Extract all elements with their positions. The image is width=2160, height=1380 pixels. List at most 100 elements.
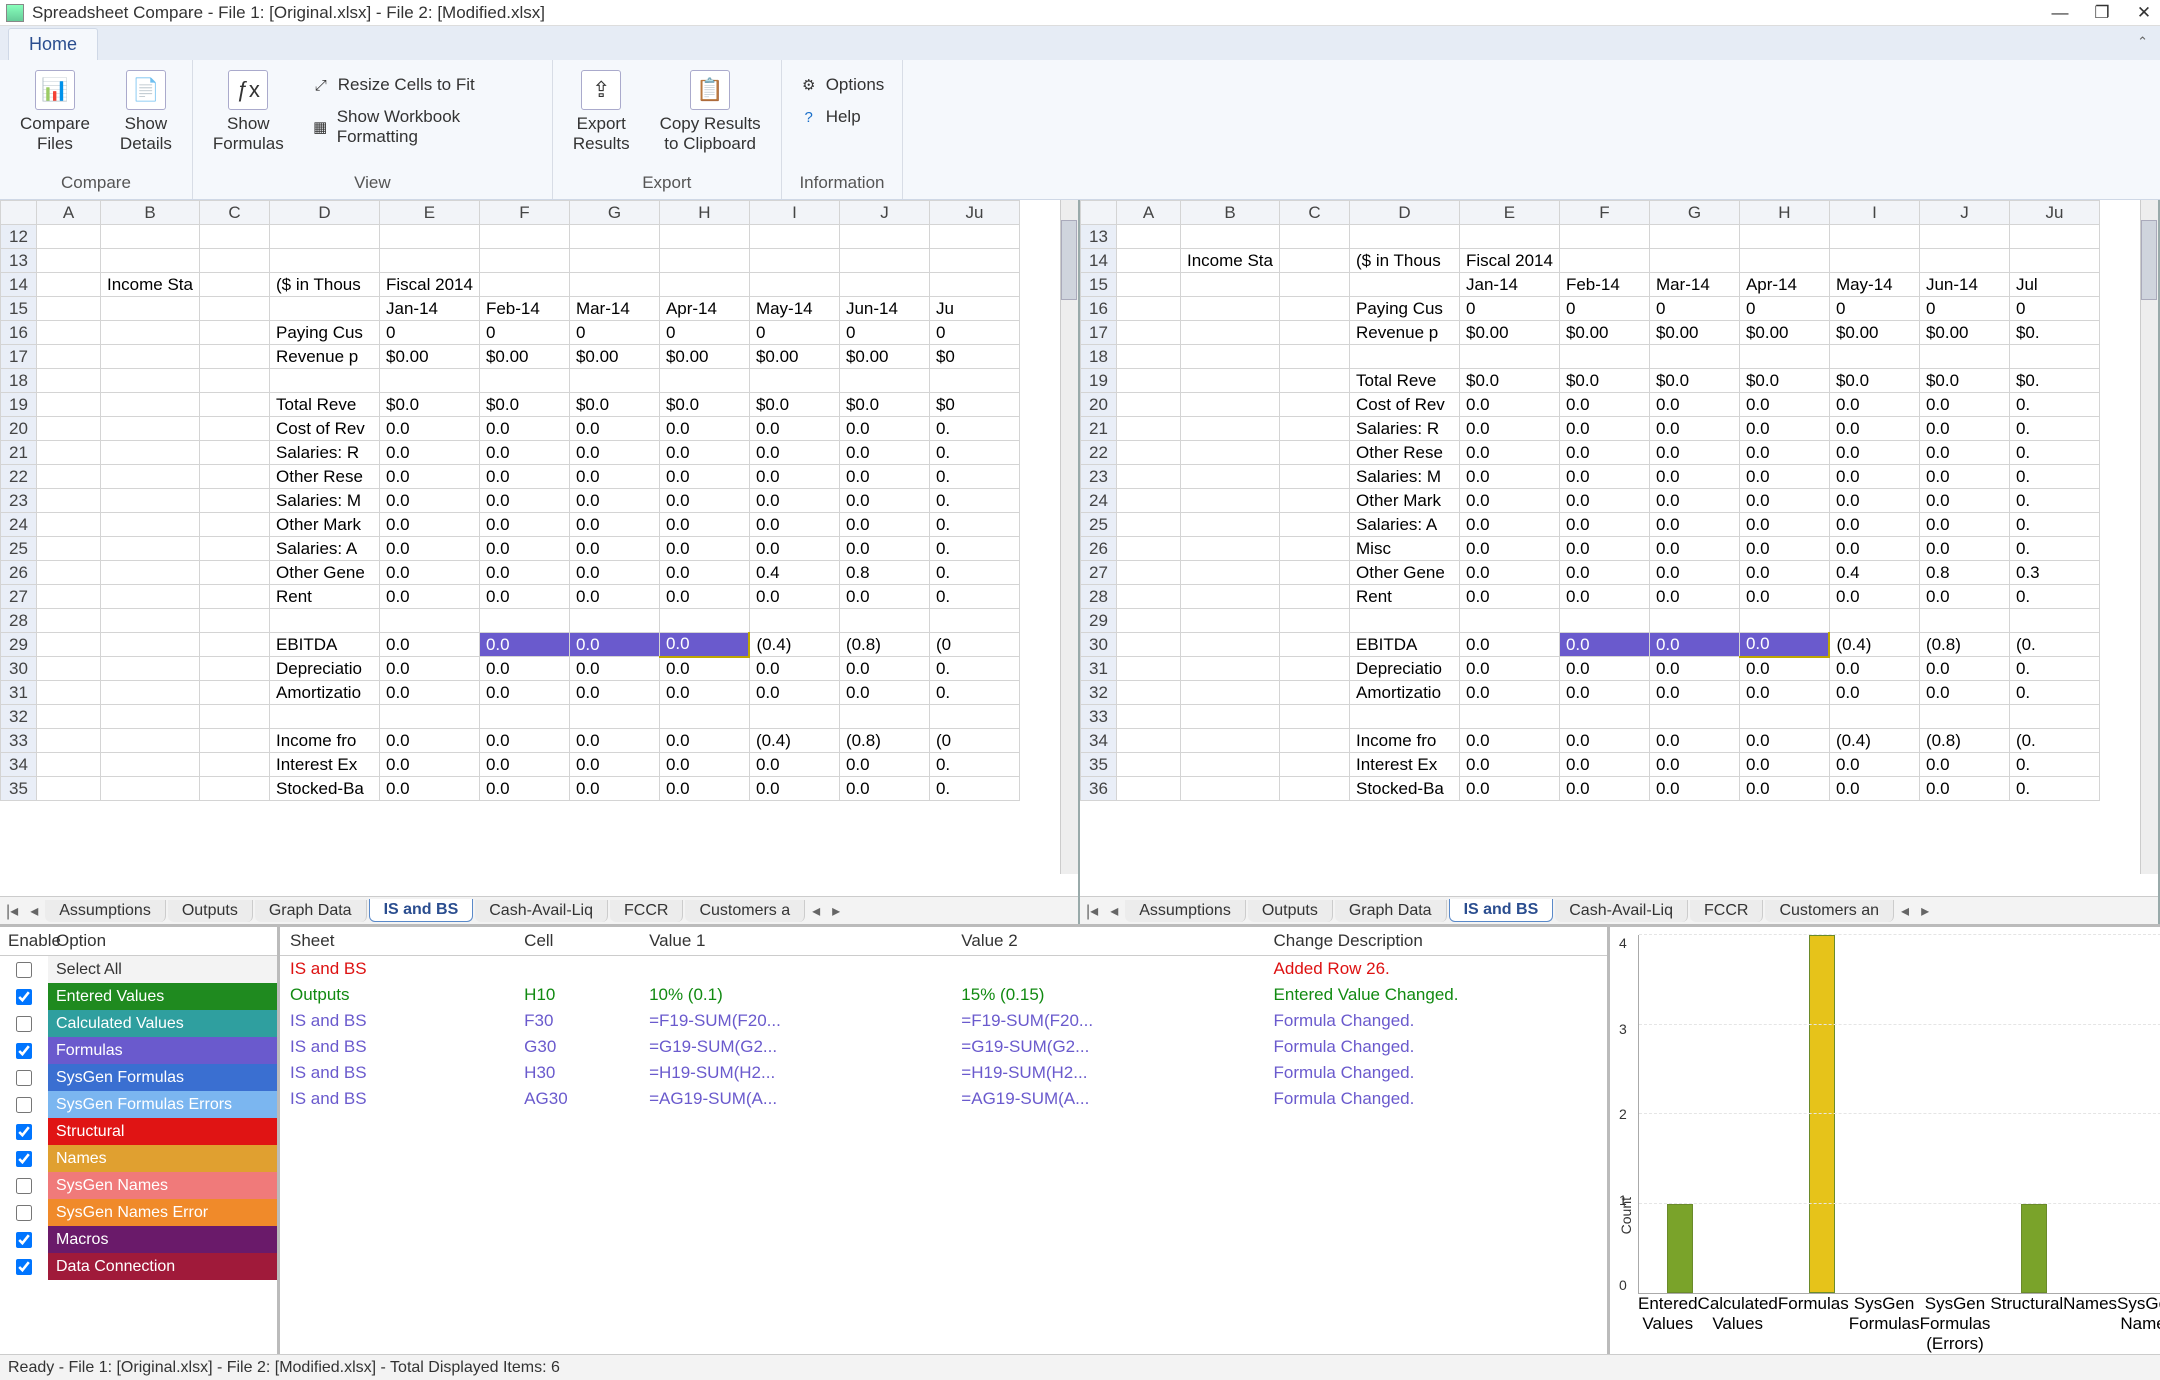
sheet-tab[interactable]: Outputs [168,900,253,922]
options-button[interactable]: ⚙Options [796,72,889,98]
sheet-tab[interactable]: FCCR [1690,900,1763,922]
option-checkbox[interactable] [16,1124,32,1140]
close-button[interactable]: ✕ [2134,3,2154,23]
chart-bar [1857,935,1928,1293]
option-checkbox[interactable] [16,1205,32,1221]
sheet-tab[interactable]: Customers a [685,900,805,922]
option-label[interactable]: Entered Values [48,983,277,1010]
compare-files-icon: 📊 [35,70,75,110]
help-button[interactable]: ?Help [796,104,889,130]
sheet-nav-prev[interactable]: ◂ [24,901,44,921]
option-label[interactable]: Select All [48,956,277,983]
ribbon-group-view: ƒxShow Formulas ⤢Resize Cells to Fit ▦Sh… [193,60,553,199]
option-checkbox[interactable] [16,1097,32,1113]
option-checkbox[interactable] [16,962,32,978]
scrollbar-thumb[interactable] [1061,220,1077,300]
option-row: Data Connection [0,1253,277,1280]
left-grid[interactable]: ABCDEFGHIJJu121314Income Sta($ in ThousF… [0,200,1020,801]
restore-button[interactable]: ❐ [2092,3,2112,23]
option-checkbox[interactable] [16,1232,32,1248]
resize-icon: ⤢ [312,76,330,94]
diff-table[interactable]: Sheet Cell Value 1 Value 2 Change Descri… [280,927,1607,1112]
option-label[interactable]: SysGen Names Error [48,1199,277,1226]
option-checkbox[interactable] [16,1070,32,1086]
sheet-tab[interactable]: FCCR [610,900,683,922]
option-label[interactable]: Names [48,1145,277,1172]
bottom-panels: Enable Option Select All Entered Values … [0,924,2160,1354]
option-row: Formulas [0,1037,277,1064]
option-checkbox[interactable] [16,989,32,1005]
sheet-nav-scroll-left[interactable]: ◂ [806,901,826,921]
ribbon-group-compare: 📊Compare Files 📄Show Details Compare [0,60,193,199]
ribbon-group-information: ⚙Options ?Help Information [782,60,904,199]
sheet-tab[interactable]: Assumptions [1125,900,1246,922]
show-wb-formatting-button[interactable]: ▦Show Workbook Formatting [308,104,538,150]
collapse-ribbon-icon[interactable]: ⌃ [2137,34,2148,50]
diff-row[interactable]: IS and BSAG30=AG19-SUM(A...=AG19-SUM(A..… [280,1086,1607,1112]
option-row: Calculated Values [0,1010,277,1037]
diff-row[interactable]: IS and BSG30=G19-SUM(G2...=G19-SUM(G2...… [280,1034,1607,1060]
sheet-tab[interactable]: Graph Data [255,900,367,922]
left-sheet-tabs: |◂◂AssumptionsOutputsGraph DataIS and BS… [0,896,1078,924]
export-icon: ⇪ [581,70,621,110]
sheet-tab[interactable]: Graph Data [1335,900,1447,922]
option-row: SysGen Names [0,1172,277,1199]
chart-bar [2069,935,2140,1293]
sheet-nav-prev[interactable]: ◂ [1104,901,1124,921]
sheet-tab[interactable]: Customers an [1765,900,1894,922]
sheet-nav-scroll-right[interactable]: ▸ [1915,901,1935,921]
option-label[interactable]: Calculated Values [48,1010,277,1037]
option-label[interactable]: Structural [48,1118,277,1145]
option-checkbox[interactable] [16,1151,32,1167]
vertical-scrollbar[interactable] [1060,200,1078,874]
copy-clipboard-button[interactable]: 📋Copy Results to Clipboard [654,66,767,158]
sheet-nav-scroll-left[interactable]: ◂ [1895,901,1915,921]
sheet-tab[interactable]: Cash-Avail-Liq [1555,900,1688,922]
vertical-scrollbar[interactable] [2140,200,2158,874]
chart-bar [1716,935,1787,1293]
show-details-button[interactable]: 📄Show Details [114,66,178,158]
tab-home[interactable]: Home [8,28,98,60]
sheet-tab[interactable]: Assumptions [45,900,166,922]
diff-row[interactable]: IS and BSF30=F19-SUM(F20...=F19-SUM(F20.… [280,1008,1607,1034]
resize-cells-button[interactable]: ⤢Resize Cells to Fit [308,72,538,98]
right-pane: ABCDEFGHIJJu1314Income Sta($ in ThousFis… [1080,200,2160,924]
show-formulas-button[interactable]: ƒxShow Formulas [207,66,290,158]
sheet-tab[interactable]: Outputs [1248,900,1333,922]
chart-category-label: Entered Values [1638,1294,1698,1334]
option-label[interactable]: Data Connection [48,1253,277,1280]
diff-row[interactable]: IS and BSAdded Row 26. [280,956,1607,983]
chart-yticks: 01234 [1619,935,1627,1293]
sheet-nav-first[interactable]: |◂ [0,901,24,921]
status-text: Ready - File 1: [Original.xlsx] - File 2… [8,1359,560,1377]
sheet-nav-first[interactable]: |◂ [1080,901,1104,921]
chart-bar [1928,935,1999,1293]
sheet-tab[interactable]: IS and BS [369,899,474,922]
option-label[interactable]: SysGen Formulas Errors [48,1091,277,1118]
sheet-tab[interactable]: Cash-Avail-Liq [475,900,608,922]
diff-row[interactable]: OutputsH1010% (0.1)15% (0.15)Entered Val… [280,982,1607,1008]
sheet-tab[interactable]: IS and BS [1449,899,1554,922]
diff-row[interactable]: IS and BSH30=H19-SUM(H2...=H19-SUM(H2...… [280,1060,1607,1086]
option-checkbox[interactable] [16,1259,32,1275]
options-panel: Enable Option Select All Entered Values … [0,927,280,1354]
chart-panel: Count 01234 Entered ValuesCalculated Val… [1610,927,2160,1354]
option-label[interactable]: Formulas [48,1037,277,1064]
minimize-button[interactable]: — [2050,3,2070,23]
option-label[interactable]: SysGen Names [48,1172,277,1199]
option-checkbox[interactable] [16,1043,32,1059]
compare-files-button[interactable]: 📊Compare Files [14,66,96,158]
option-label[interactable]: SysGen Formulas [48,1064,277,1091]
option-checkbox[interactable] [16,1178,32,1194]
sheet-nav-scroll-right[interactable]: ▸ [826,901,846,921]
ribbon-group-label: View [207,169,538,193]
option-checkbox[interactable] [16,1016,32,1032]
ribbon-group-label: Compare [14,169,178,193]
option-label[interactable]: Macros [48,1226,277,1253]
gear-icon: ⚙ [800,76,818,94]
column-header-enable: Enable [8,931,56,951]
right-grid[interactable]: ABCDEFGHIJJu1314Income Sta($ in ThousFis… [1080,200,2100,801]
scrollbar-thumb[interactable] [2141,220,2157,300]
clipboard-icon: 📋 [690,70,730,110]
export-results-button[interactable]: ⇪Export Results [567,66,636,158]
